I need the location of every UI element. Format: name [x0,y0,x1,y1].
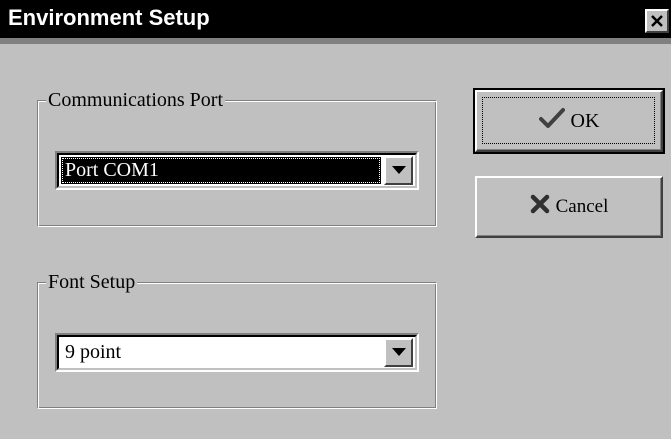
font-setup-dropdown-button[interactable] [384,338,413,367]
communications-port-dropdown-button[interactable] [384,156,413,185]
cancel-button-label: Cancel [555,196,609,217]
close-button[interactable] [645,9,669,33]
communications-port-select[interactable]: Port COM1 [55,151,419,190]
cancel-button[interactable]: Cancel [475,176,663,238]
ok-button[interactable]: OK [473,88,665,154]
combo-frame: Port COM1 [57,153,417,188]
title-bar[interactable]: Environment Setup [0,0,671,44]
font-setup-value[interactable]: 9 point [61,339,381,366]
combo-frame: 9 point [57,335,417,370]
ok-button-label: OK [570,109,600,132]
environment-setup-dialog: Environment Setup Communications Port Po… [0,0,671,439]
communications-port-group: Communications Port Port COM1 [37,87,437,227]
communications-port-label: Communications Port [46,87,225,113]
font-setup-select[interactable]: 9 point [55,333,419,372]
font-setup-group: Font Setup 9 point [37,269,437,409]
font-setup-label: Font Setup [46,269,138,295]
window-title: Environment Setup [8,5,210,30]
communications-port-value[interactable]: Port COM1 [61,157,381,184]
x-mark-icon [530,194,550,220]
checkmark-icon [538,107,565,135]
